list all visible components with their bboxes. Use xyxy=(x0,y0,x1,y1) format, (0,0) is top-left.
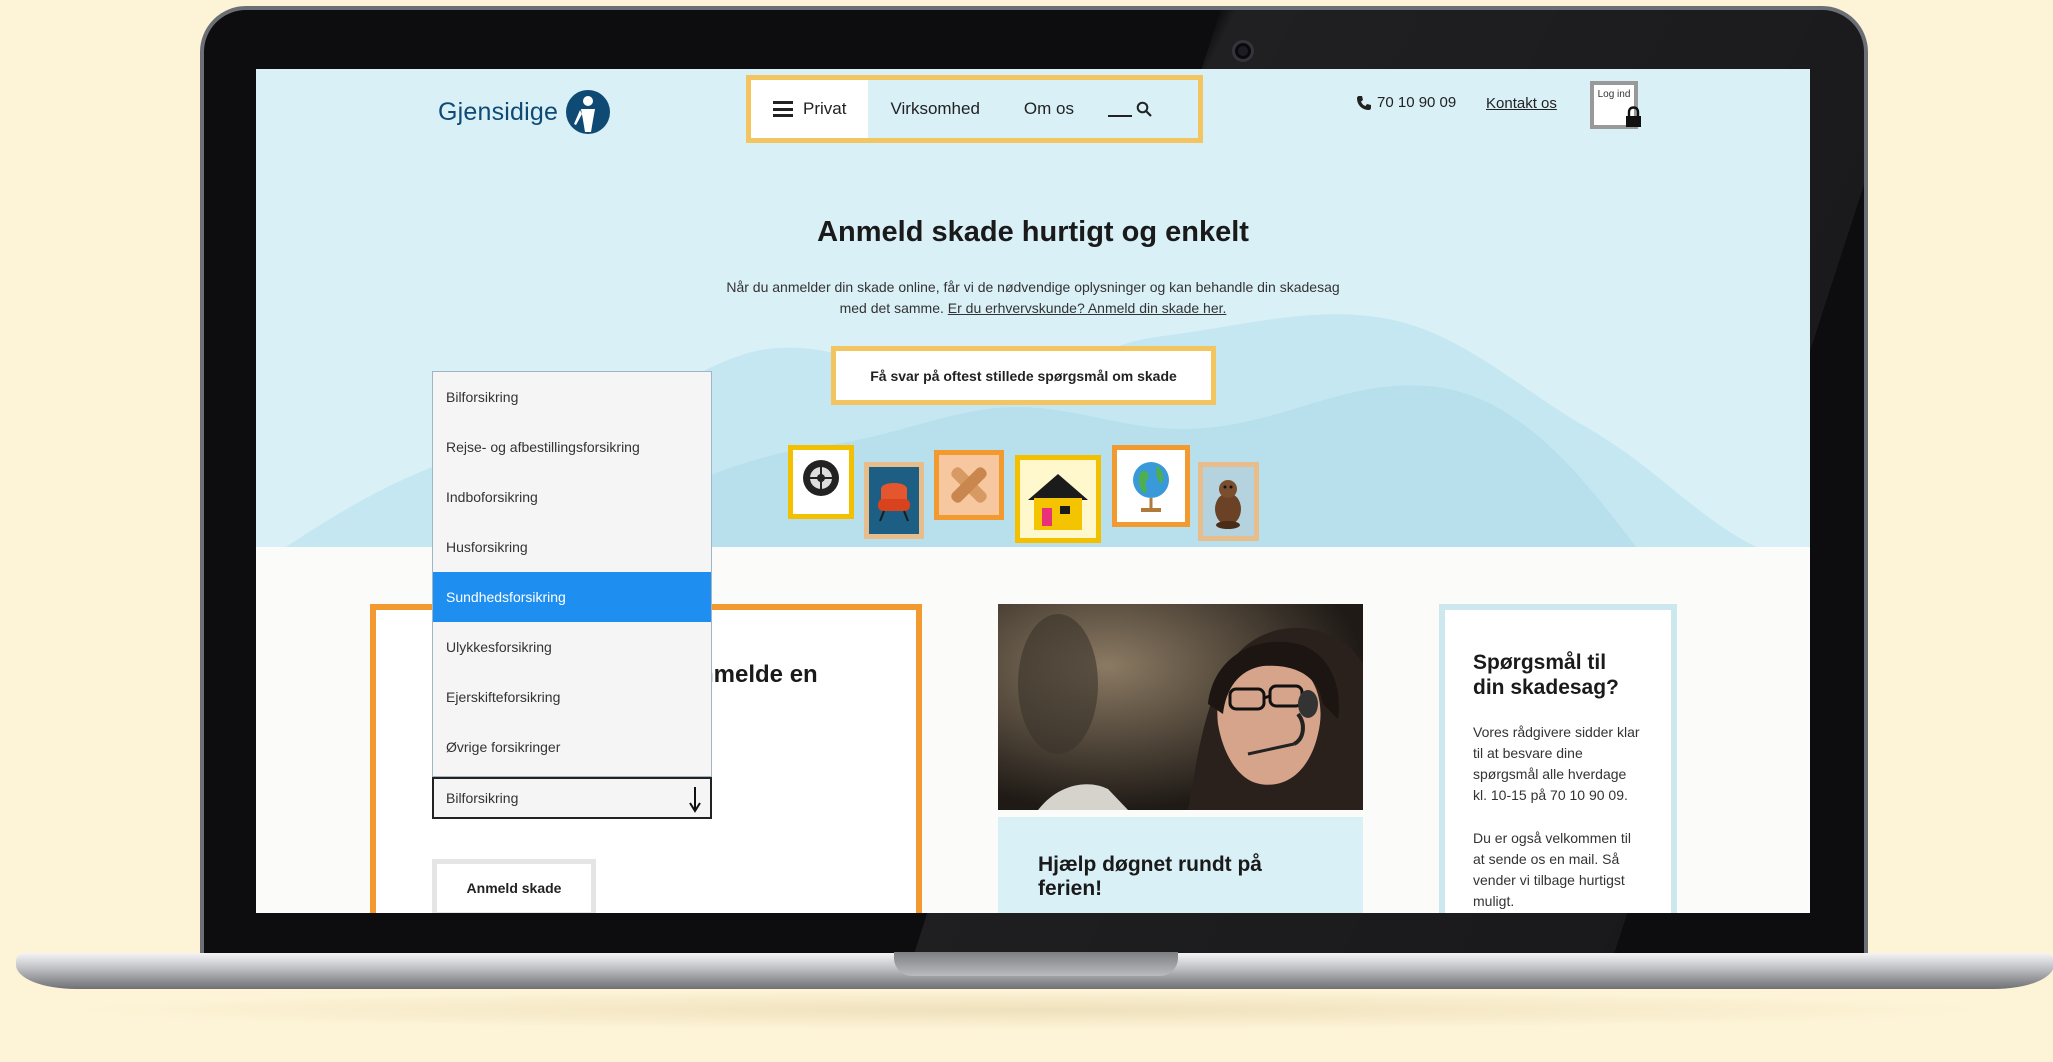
dropdown-option[interactable]: Bilforsikring xyxy=(433,372,711,422)
dropdown-option[interactable]: Øvrige forsikringer xyxy=(433,722,711,772)
help-card-title: Spørgsmål til din skadesag? xyxy=(1473,651,1619,699)
laptop-notch xyxy=(894,952,1178,976)
logo[interactable]: Gjensidige xyxy=(438,90,611,134)
business-claim-link[interactable]: Er du erhvervskunde? Anmeld din skade he… xyxy=(948,300,1227,316)
menu-icon xyxy=(773,101,793,117)
nav-item-virksomhed[interactable]: Virksomhed xyxy=(868,80,1001,138)
promo-card[interactable]: Hjælp døgnet rundt på ferien! xyxy=(998,817,1363,913)
dropdown-option[interactable]: Husforsikring xyxy=(433,522,711,572)
faq-button[interactable]: Få svar på oftest stillede spørgsmål om … xyxy=(831,346,1216,405)
support-agent-photo xyxy=(998,604,1363,810)
help-card-text-2: Du er også velkommen til at sende os en … xyxy=(1473,830,1631,909)
promo-card-title: Hjælp døgnet rundt på ferien! xyxy=(1038,853,1262,900)
nav-label-virksomhed: Virksomhed xyxy=(890,99,980,118)
main-nav: Privat Virksomhed Om os xyxy=(746,75,1203,143)
webcam xyxy=(1232,40,1254,62)
dropdown-option[interactable]: Ulykkesforsikring xyxy=(433,622,711,672)
nav-item-om-os[interactable]: Om os xyxy=(1002,80,1096,138)
login-label: Log ind xyxy=(1597,89,1631,100)
laptop-shadow xyxy=(60,990,2000,1030)
dropdown-option-highlighted[interactable]: Sundhedsforsikring xyxy=(433,572,711,622)
search-icon xyxy=(1136,101,1152,117)
page-title: Anmeld skade hurtigt og enkelt xyxy=(817,216,1249,248)
nav-label-om-os: Om os xyxy=(1023,99,1074,118)
arrow-down-icon xyxy=(689,787,701,813)
help-card: Spørgsmål til din skadesag? Vores rådgiv… xyxy=(1439,604,1677,913)
logo-text: Gjensidige xyxy=(438,97,559,126)
phone-number: 70 10 90 09 xyxy=(1377,94,1457,111)
insurance-dropdown-list: Bilforsikring Rejse- og afbestillingsfor… xyxy=(432,371,712,777)
armchair-icon[interactable] xyxy=(864,462,924,539)
house-icon[interactable] xyxy=(1015,455,1101,543)
select-value: Bilforsikring xyxy=(446,790,519,806)
help-card-text-1: Vores rådgivere sidder klar til at besva… xyxy=(1473,724,1640,803)
dropdown-option[interactable]: Ejerskifteforsikring xyxy=(433,672,711,722)
search-input-line[interactable] xyxy=(1107,115,1132,117)
bandage-icon[interactable] xyxy=(934,450,1004,520)
nav-item-privat[interactable]: Privat xyxy=(751,80,869,138)
tire-icon[interactable] xyxy=(788,445,854,519)
claim-card-title: nmelde en xyxy=(699,661,818,688)
dropdown-option[interactable]: Rejse- og afbestillingsforsikring xyxy=(433,422,711,472)
browser-screen: Gjensidige Privat Virksomhed Om os 70 10… xyxy=(256,69,1810,913)
search-button[interactable] xyxy=(1096,80,1152,138)
beaver-icon[interactable] xyxy=(1198,462,1259,541)
hero-lead: Når du anmelder din skade online, får vi… xyxy=(726,277,1340,319)
nav-label-privat: Privat xyxy=(803,99,847,118)
insurance-type-select[interactable]: Bilforsikring xyxy=(432,777,712,819)
submit-claim-button[interactable]: Anmeld skade xyxy=(432,859,596,913)
phone-icon xyxy=(1357,95,1371,110)
globe-icon[interactable] xyxy=(1112,445,1190,527)
logo-figure-icon xyxy=(566,90,611,134)
lock-icon xyxy=(1626,106,1641,127)
phone-link[interactable]: 70 10 90 09 xyxy=(1356,94,1456,111)
dropdown-option[interactable]: Indboforsikring xyxy=(433,472,711,522)
contact-link[interactable]: Kontakt os xyxy=(1486,95,1557,112)
